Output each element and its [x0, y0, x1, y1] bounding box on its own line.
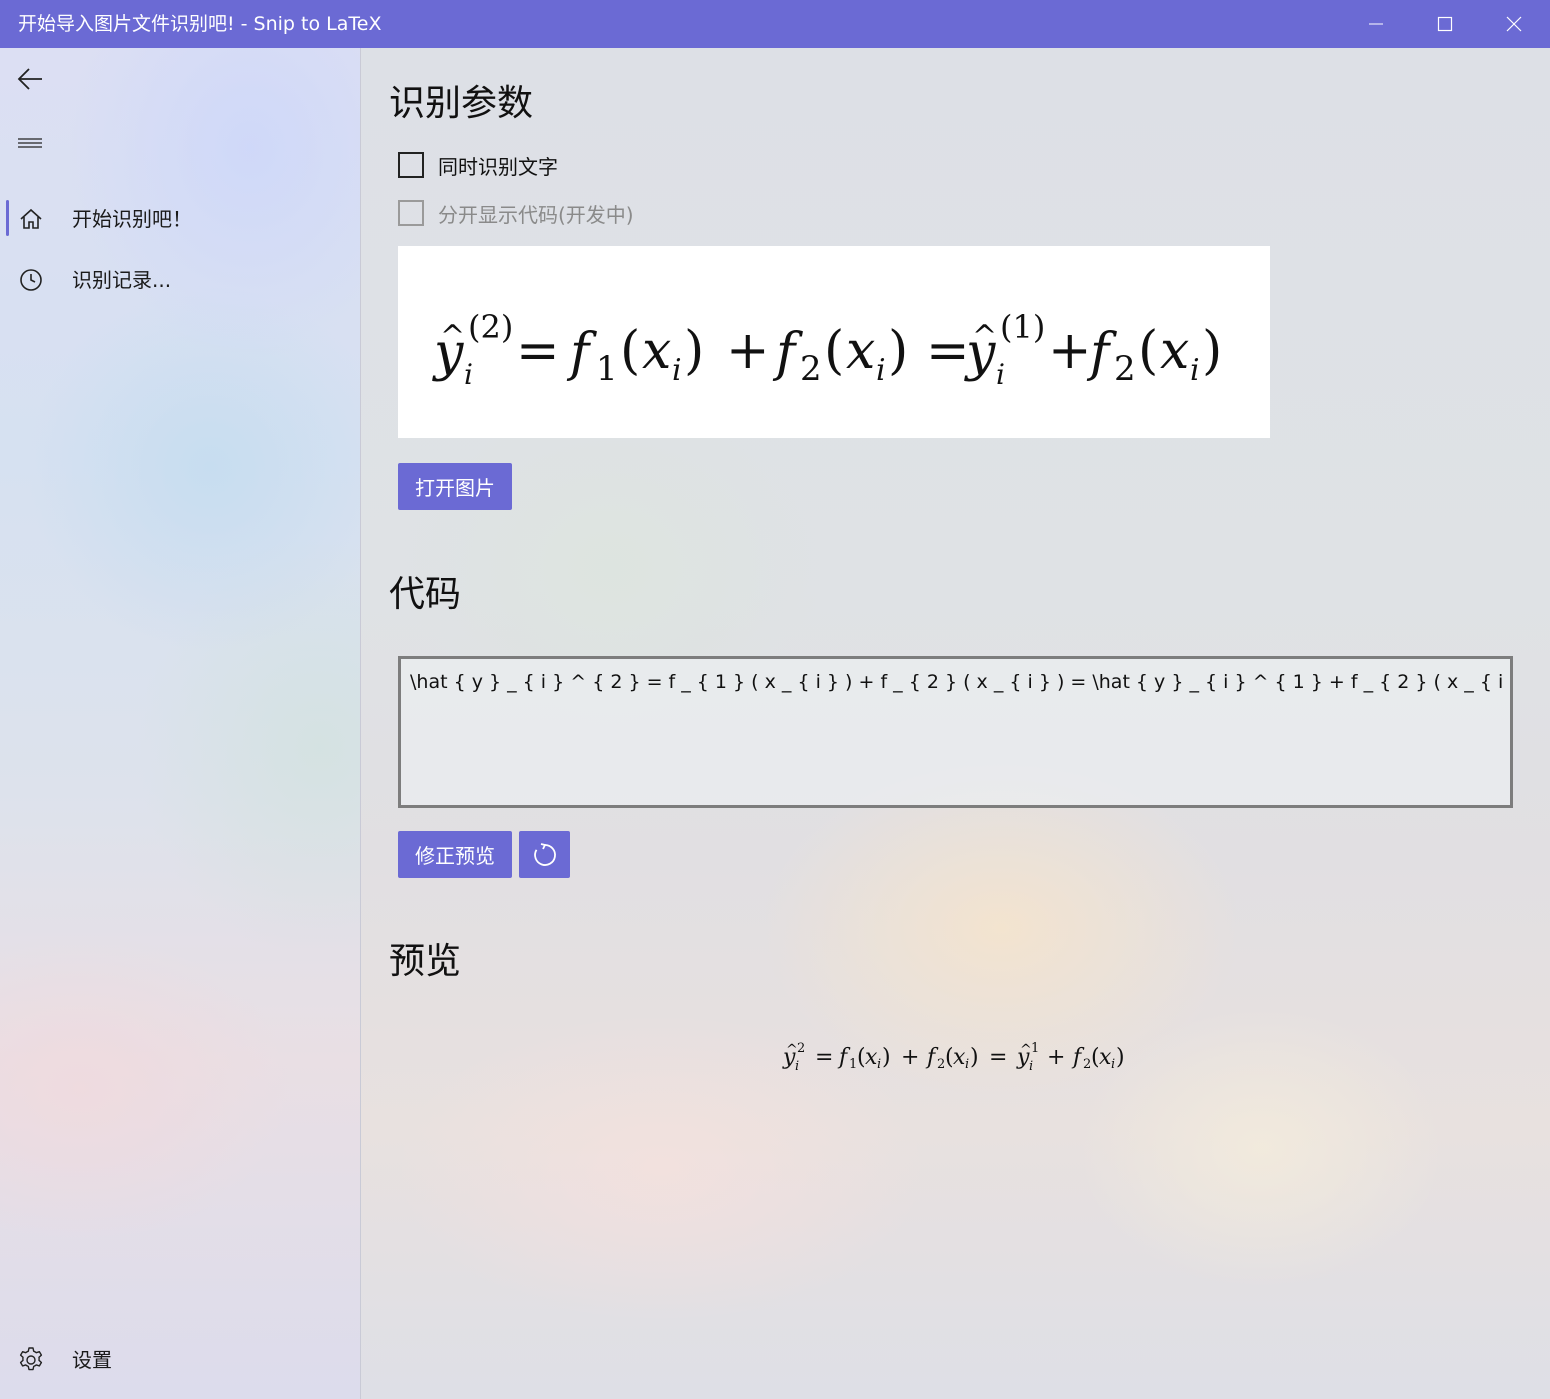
svg-text:^: ^: [440, 319, 465, 354]
svg-text:i: i: [1111, 1057, 1115, 1072]
svg-text:f: f: [566, 323, 597, 383]
back-button[interactable]: [6, 57, 54, 101]
fix-preview-button[interactable]: 修正预览: [398, 831, 512, 878]
svg-text:): ): [888, 321, 908, 381]
minimize-button[interactable]: [1342, 0, 1410, 48]
svg-text:i: i: [965, 1057, 969, 1072]
svg-text:(: (: [824, 321, 844, 381]
svg-text:+: +: [901, 1045, 919, 1070]
svg-text:): ): [1202, 321, 1222, 381]
svg-text:i: i: [464, 358, 473, 391]
nav-item-settings[interactable]: 设置: [0, 1333, 360, 1385]
svg-text:2: 2: [1114, 349, 1136, 389]
svg-text:^: ^: [786, 1042, 798, 1058]
nav-item-label: 开始识别吧！: [72, 207, 192, 231]
input-formula-image: y ^ i (2) = f 1 ( x i ) + f 2 ( x i ) =: [398, 246, 1270, 438]
section-title-preview: 预览: [389, 941, 462, 982]
svg-text:^: ^: [972, 319, 997, 354]
checkbox-box: [398, 200, 424, 226]
section-title-code: 代码: [389, 574, 462, 615]
svg-text:+: +: [1047, 1045, 1065, 1070]
app-window: 开始导入图片文件识别吧! - Snip to LaTeX 开始识别吧！ 识别记录…: [0, 0, 1550, 1399]
svg-text:i: i: [877, 1057, 881, 1072]
svg-text:2: 2: [797, 1041, 805, 1056]
title-bar: 开始导入图片文件识别吧! - Snip to LaTeX: [0, 0, 1550, 48]
svg-text:x: x: [846, 321, 875, 381]
svg-text:f: f: [772, 323, 803, 383]
svg-text:^: ^: [1020, 1042, 1032, 1058]
window-title: 开始导入图片文件识别吧! - Snip to LaTeX: [18, 13, 382, 35]
svg-text:i: i: [1029, 1059, 1033, 1074]
svg-text:): ): [1116, 1045, 1125, 1070]
clock-icon: [18, 267, 44, 293]
svg-text:i: i: [672, 353, 682, 388]
svg-text:=: =: [926, 321, 970, 381]
split-code-checkbox: 分开显示代码(开发中): [398, 197, 634, 229]
checkbox-label: 同时识别文字: [438, 154, 558, 179]
svg-text:1: 1: [1031, 1041, 1039, 1056]
svg-text:i: i: [795, 1059, 799, 1074]
close-button[interactable]: [1480, 0, 1548, 48]
maximize-button[interactable]: [1411, 0, 1479, 48]
open-image-button[interactable]: 打开图片: [398, 463, 512, 510]
close-icon: [1506, 16, 1522, 32]
svg-text:f: f: [1086, 323, 1117, 383]
back-arrow-icon: [17, 68, 42, 90]
gear-icon: [18, 1347, 44, 1373]
svg-text:=: =: [989, 1045, 1007, 1070]
recognize-text-checkbox[interactable]: 同时识别文字: [398, 149, 558, 181]
svg-text:(1): (1): [1000, 308, 1045, 346]
svg-text:2: 2: [800, 349, 822, 389]
svg-text:): ): [882, 1045, 891, 1070]
checkbox-box[interactable]: [398, 152, 424, 178]
svg-text:x: x: [642, 321, 671, 381]
nav-item-label: 识别记录...: [72, 268, 172, 292]
refresh-icon: [533, 842, 556, 866]
home-icon: [18, 206, 44, 232]
selection-indicator: [6, 200, 9, 236]
svg-text:(: (: [1138, 321, 1158, 381]
latex-code-textbox[interactable]: \hat { y } _ { i } ^ { 2 } = f _ { 1 } (…: [398, 656, 1513, 808]
rendered-formula-preview: y ^ i 2 = f 1 ( x i ) + f 2 ( x i ) = y: [781, 1034, 1141, 1078]
svg-text:=: =: [815, 1045, 833, 1070]
menu-button[interactable]: [6, 122, 54, 166]
maximize-icon: [1437, 16, 1453, 32]
svg-text:i: i: [996, 358, 1005, 391]
svg-text:(2): (2): [468, 308, 513, 346]
navigation-pane: 开始识别吧！ 识别记录... 设置: [0, 48, 361, 1399]
svg-text:+: +: [1048, 321, 1092, 381]
checkbox-label: 分开显示代码(开发中): [438, 202, 634, 227]
svg-text:i: i: [1190, 353, 1200, 388]
svg-text:): ): [684, 321, 704, 381]
nav-item-history[interactable]: 识别记录...: [0, 253, 360, 305]
svg-text:1: 1: [596, 349, 618, 389]
svg-text:(: (: [620, 321, 640, 381]
nav-item-home[interactable]: 开始识别吧！: [0, 192, 360, 244]
refresh-button[interactable]: [519, 831, 570, 878]
nav-item-label: 设置: [72, 1348, 112, 1372]
svg-text:x: x: [1160, 321, 1189, 381]
svg-text:=: =: [516, 321, 560, 381]
svg-text:+: +: [726, 321, 770, 381]
minimize-icon: [1369, 23, 1383, 25]
svg-text:i: i: [876, 353, 886, 388]
main-content: 识别参数 同时识别文字 分开显示代码(开发中) y ^ i (2) = f 1 …: [361, 48, 1550, 1399]
svg-text:): ): [970, 1045, 979, 1070]
hamburger-icon: [18, 138, 42, 148]
section-title-params: 识别参数: [389, 83, 534, 124]
